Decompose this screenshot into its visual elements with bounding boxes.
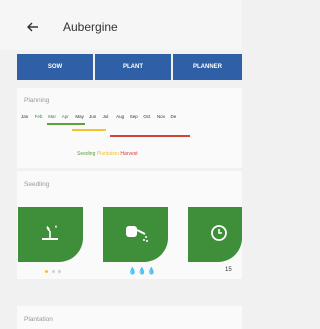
seeding-period-bar — [47, 123, 85, 125]
month-row: Jan Feb Mar Apr May Jun Jul Aug Sep Oct … — [21, 114, 242, 119]
plantation-card: Plantation — [17, 306, 242, 329]
rating-dot-empty — [58, 270, 62, 273]
rating-dot-empty — [51, 270, 55, 273]
tab-sow[interactable]: SOW — [17, 54, 93, 80]
month-label: May — [75, 114, 84, 119]
back-arrow-icon[interactable] — [22, 16, 44, 38]
watering-tile[interactable] — [103, 207, 168, 262]
tab-plant[interactable]: PLANT — [95, 54, 171, 80]
month-label: Sep — [129, 114, 138, 119]
plantation-title: Plantation — [24, 316, 53, 323]
month-label: Mar — [48, 114, 56, 119]
page-title: Aubergine — [63, 20, 118, 34]
month-label: Apr — [61, 114, 69, 119]
seedling-card: Seedling 💧💧💧 15 — [17, 171, 242, 279]
planning-title: Planning — [24, 97, 50, 104]
month-label: Nov — [156, 114, 165, 119]
duration-value: 15 — [225, 267, 232, 273]
plantation-period-bar — [72, 129, 106, 131]
tab-planner[interactable]: PLANNER — [173, 54, 242, 80]
harvest-period-bar — [110, 135, 190, 137]
planning-legend: Seeding Plantation Harvest — [77, 151, 138, 157]
sowing-tile[interactable] — [18, 207, 83, 262]
month-label: Jun — [88, 114, 97, 119]
month-label: De — [170, 114, 177, 119]
legend-harvest: Harvest — [120, 151, 138, 157]
difficulty-rating — [45, 269, 63, 275]
water-drops-icon: 💧💧💧 — [128, 268, 158, 275]
seedling-title: Seedling — [24, 181, 50, 188]
planning-card: Planning Jan Feb Mar Apr May Jun Jul Aug… — [17, 88, 242, 168]
app-header: Aubergine — [0, 0, 242, 50]
legend-plantation: Plantation — [96, 151, 119, 157]
tab-bar: SOW PLANT PLANNER — [17, 54, 242, 80]
month-label: Jan — [21, 114, 29, 119]
month-label: Feb — [34, 114, 43, 119]
legend-seeding: Seeding — [77, 151, 96, 157]
month-label: Jul — [102, 114, 109, 119]
month-label: Aug — [116, 114, 125, 119]
rating-dot-filled — [45, 270, 48, 273]
month-label: Oct — [143, 114, 151, 119]
duration-tile[interactable] — [188, 207, 242, 262]
